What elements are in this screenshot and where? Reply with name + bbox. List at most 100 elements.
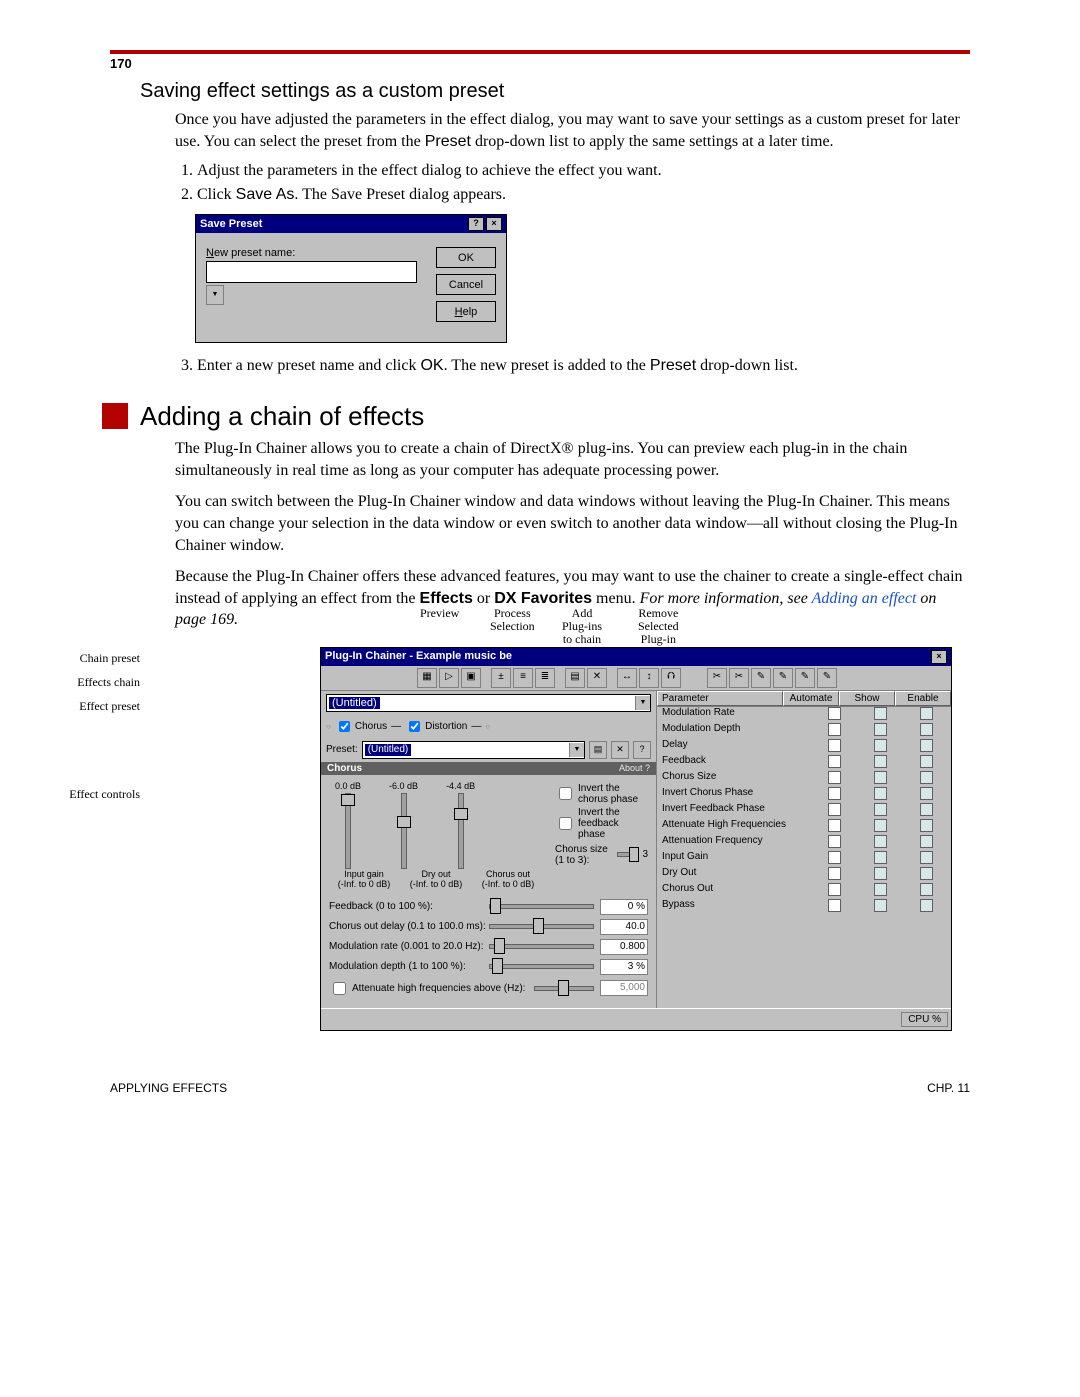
param-row: Input Gain [657, 851, 951, 867]
enable-checkbox[interactable] [920, 851, 933, 864]
enable-checkbox[interactable] [920, 707, 933, 720]
play-button[interactable]: ▷ [439, 668, 459, 688]
show-checkbox[interactable] [874, 803, 887, 816]
dropdown-arrow-icon[interactable]: ▼ [206, 285, 224, 305]
col-parameter[interactable]: Parameter [657, 691, 783, 706]
attenuate-checkbox[interactable]: Attenuate high frequencies above (Hz): [329, 979, 534, 998]
param-row: Invert Feedback Phase [657, 803, 951, 819]
chain-p2: You can switch between the Plug-In Chain… [175, 491, 970, 556]
toolbar-icon[interactable]: ✎ [795, 668, 815, 688]
chain-preset-dropdown[interactable]: (Untitled) ▼ [326, 694, 651, 712]
toolbar-icon[interactable]: ✎ [751, 668, 771, 688]
toolbar-icon[interactable]: ✂ [707, 668, 727, 688]
toolbar-icon[interactable]: ✎ [817, 668, 837, 688]
attenuate-slider[interactable] [558, 980, 569, 996]
new-preset-name-label: New preset name: [206, 247, 295, 259]
automate-checkbox[interactable] [828, 851, 841, 864]
save-icon[interactable]: ▤ [565, 668, 585, 688]
param-row: Modulation Rate [657, 707, 951, 723]
toolbar-icon[interactable]: ✎ [773, 668, 793, 688]
ok-button[interactable]: OK [436, 247, 496, 268]
invert-chorus-checkbox[interactable]: Invert the chorus phase [555, 783, 648, 805]
show-checkbox[interactable] [874, 851, 887, 864]
chain-item-distortion[interactable]: Distortion [405, 718, 467, 735]
enable-checkbox[interactable] [920, 819, 933, 832]
automate-checkbox[interactable] [828, 803, 841, 816]
param-slider[interactable] [490, 898, 501, 914]
cpu-meter: CPU % [901, 1012, 948, 1027]
automate-checkbox[interactable] [828, 723, 841, 736]
enable-checkbox[interactable] [920, 723, 933, 736]
enable-checkbox[interactable] [920, 867, 933, 880]
param-slider[interactable] [494, 938, 505, 954]
add-plugin-button[interactable]: ⮉ [661, 668, 681, 688]
enable-checkbox[interactable] [920, 899, 933, 912]
chain-item-chorus[interactable]: Chorus [335, 718, 387, 735]
enable-checkbox[interactable] [920, 803, 933, 816]
gain-slider[interactable] [341, 794, 355, 806]
cancel-button[interactable]: Cancel [436, 274, 496, 295]
close-icon[interactable]: × [486, 217, 502, 231]
show-checkbox[interactable] [874, 883, 887, 896]
effect-preset-dropdown[interactable]: (Untitled) ▼ [362, 741, 585, 759]
automate-checkbox[interactable] [828, 707, 841, 720]
show-checkbox[interactable] [874, 787, 887, 800]
toolbar-icon[interactable]: ± [491, 668, 511, 688]
automate-checkbox[interactable] [828, 835, 841, 848]
automate-checkbox[interactable] [828, 899, 841, 912]
show-checkbox[interactable] [874, 771, 887, 784]
enable-checkbox[interactable] [920, 755, 933, 768]
chevron-down-icon[interactable]: ▼ [635, 696, 650, 710]
gain-slider[interactable] [454, 808, 468, 820]
enable-checkbox[interactable] [920, 835, 933, 848]
toolbar-icon[interactable]: ≡ [513, 668, 533, 688]
save-preset-icon[interactable]: ▤ [589, 741, 607, 759]
about-link[interactable]: About ? [619, 763, 650, 774]
delete-preset-icon[interactable]: ✕ [611, 741, 629, 759]
toolbar-icon[interactable]: ✂ [729, 668, 749, 688]
invert-feedback-checkbox[interactable]: Invert the feedback phase [555, 807, 648, 840]
show-checkbox[interactable] [874, 835, 887, 848]
param-slider[interactable] [533, 918, 544, 934]
link-adding-an-effect[interactable]: Adding an effect [812, 590, 917, 607]
automate-checkbox[interactable] [828, 787, 841, 800]
show-checkbox[interactable] [874, 899, 887, 912]
help-icon[interactable]: ? [468, 217, 484, 231]
help-icon[interactable]: ? [633, 741, 651, 759]
show-checkbox[interactable] [874, 755, 887, 768]
show-checkbox[interactable] [874, 707, 887, 720]
enable-checkbox[interactable] [920, 771, 933, 784]
param-slider[interactable] [492, 958, 503, 974]
show-checkbox[interactable] [874, 739, 887, 752]
new-preset-name-input[interactable] [206, 261, 417, 283]
gain-slider[interactable] [397, 816, 411, 828]
toolbar-icon[interactable]: ↔ [617, 668, 637, 688]
show-checkbox[interactable] [874, 819, 887, 832]
save-preset-title: Save Preset [200, 218, 262, 230]
close-icon[interactable]: × [931, 650, 947, 664]
process-button[interactable]: ▣ [461, 668, 481, 688]
automate-checkbox[interactable] [828, 867, 841, 880]
chorus-size-slider[interactable] [629, 847, 639, 862]
enable-checkbox[interactable] [920, 739, 933, 752]
preview-button[interactable]: ▦ [417, 668, 437, 688]
automate-checkbox[interactable] [828, 771, 841, 784]
toolbar-icon[interactable]: ≣ [535, 668, 555, 688]
automate-checkbox[interactable] [828, 739, 841, 752]
automate-checkbox[interactable] [828, 755, 841, 768]
automate-checkbox[interactable] [828, 883, 841, 896]
col-show[interactable]: Show [839, 691, 895, 706]
heading-chain-effects: Adding a chain of effects [140, 401, 970, 432]
enable-checkbox[interactable] [920, 787, 933, 800]
param-row: Modulation Depth [657, 723, 951, 739]
automate-checkbox[interactable] [828, 819, 841, 832]
delete-icon[interactable]: ✕ [587, 668, 607, 688]
col-automate[interactable]: Automate [783, 691, 839, 706]
show-checkbox[interactable] [874, 867, 887, 880]
toolbar-icon[interactable]: ↕ [639, 668, 659, 688]
enable-checkbox[interactable] [920, 883, 933, 896]
chevron-down-icon[interactable]: ▼ [569, 743, 584, 757]
help-button[interactable]: Help [436, 301, 496, 322]
col-enable[interactable]: Enable [895, 691, 951, 706]
show-checkbox[interactable] [874, 723, 887, 736]
